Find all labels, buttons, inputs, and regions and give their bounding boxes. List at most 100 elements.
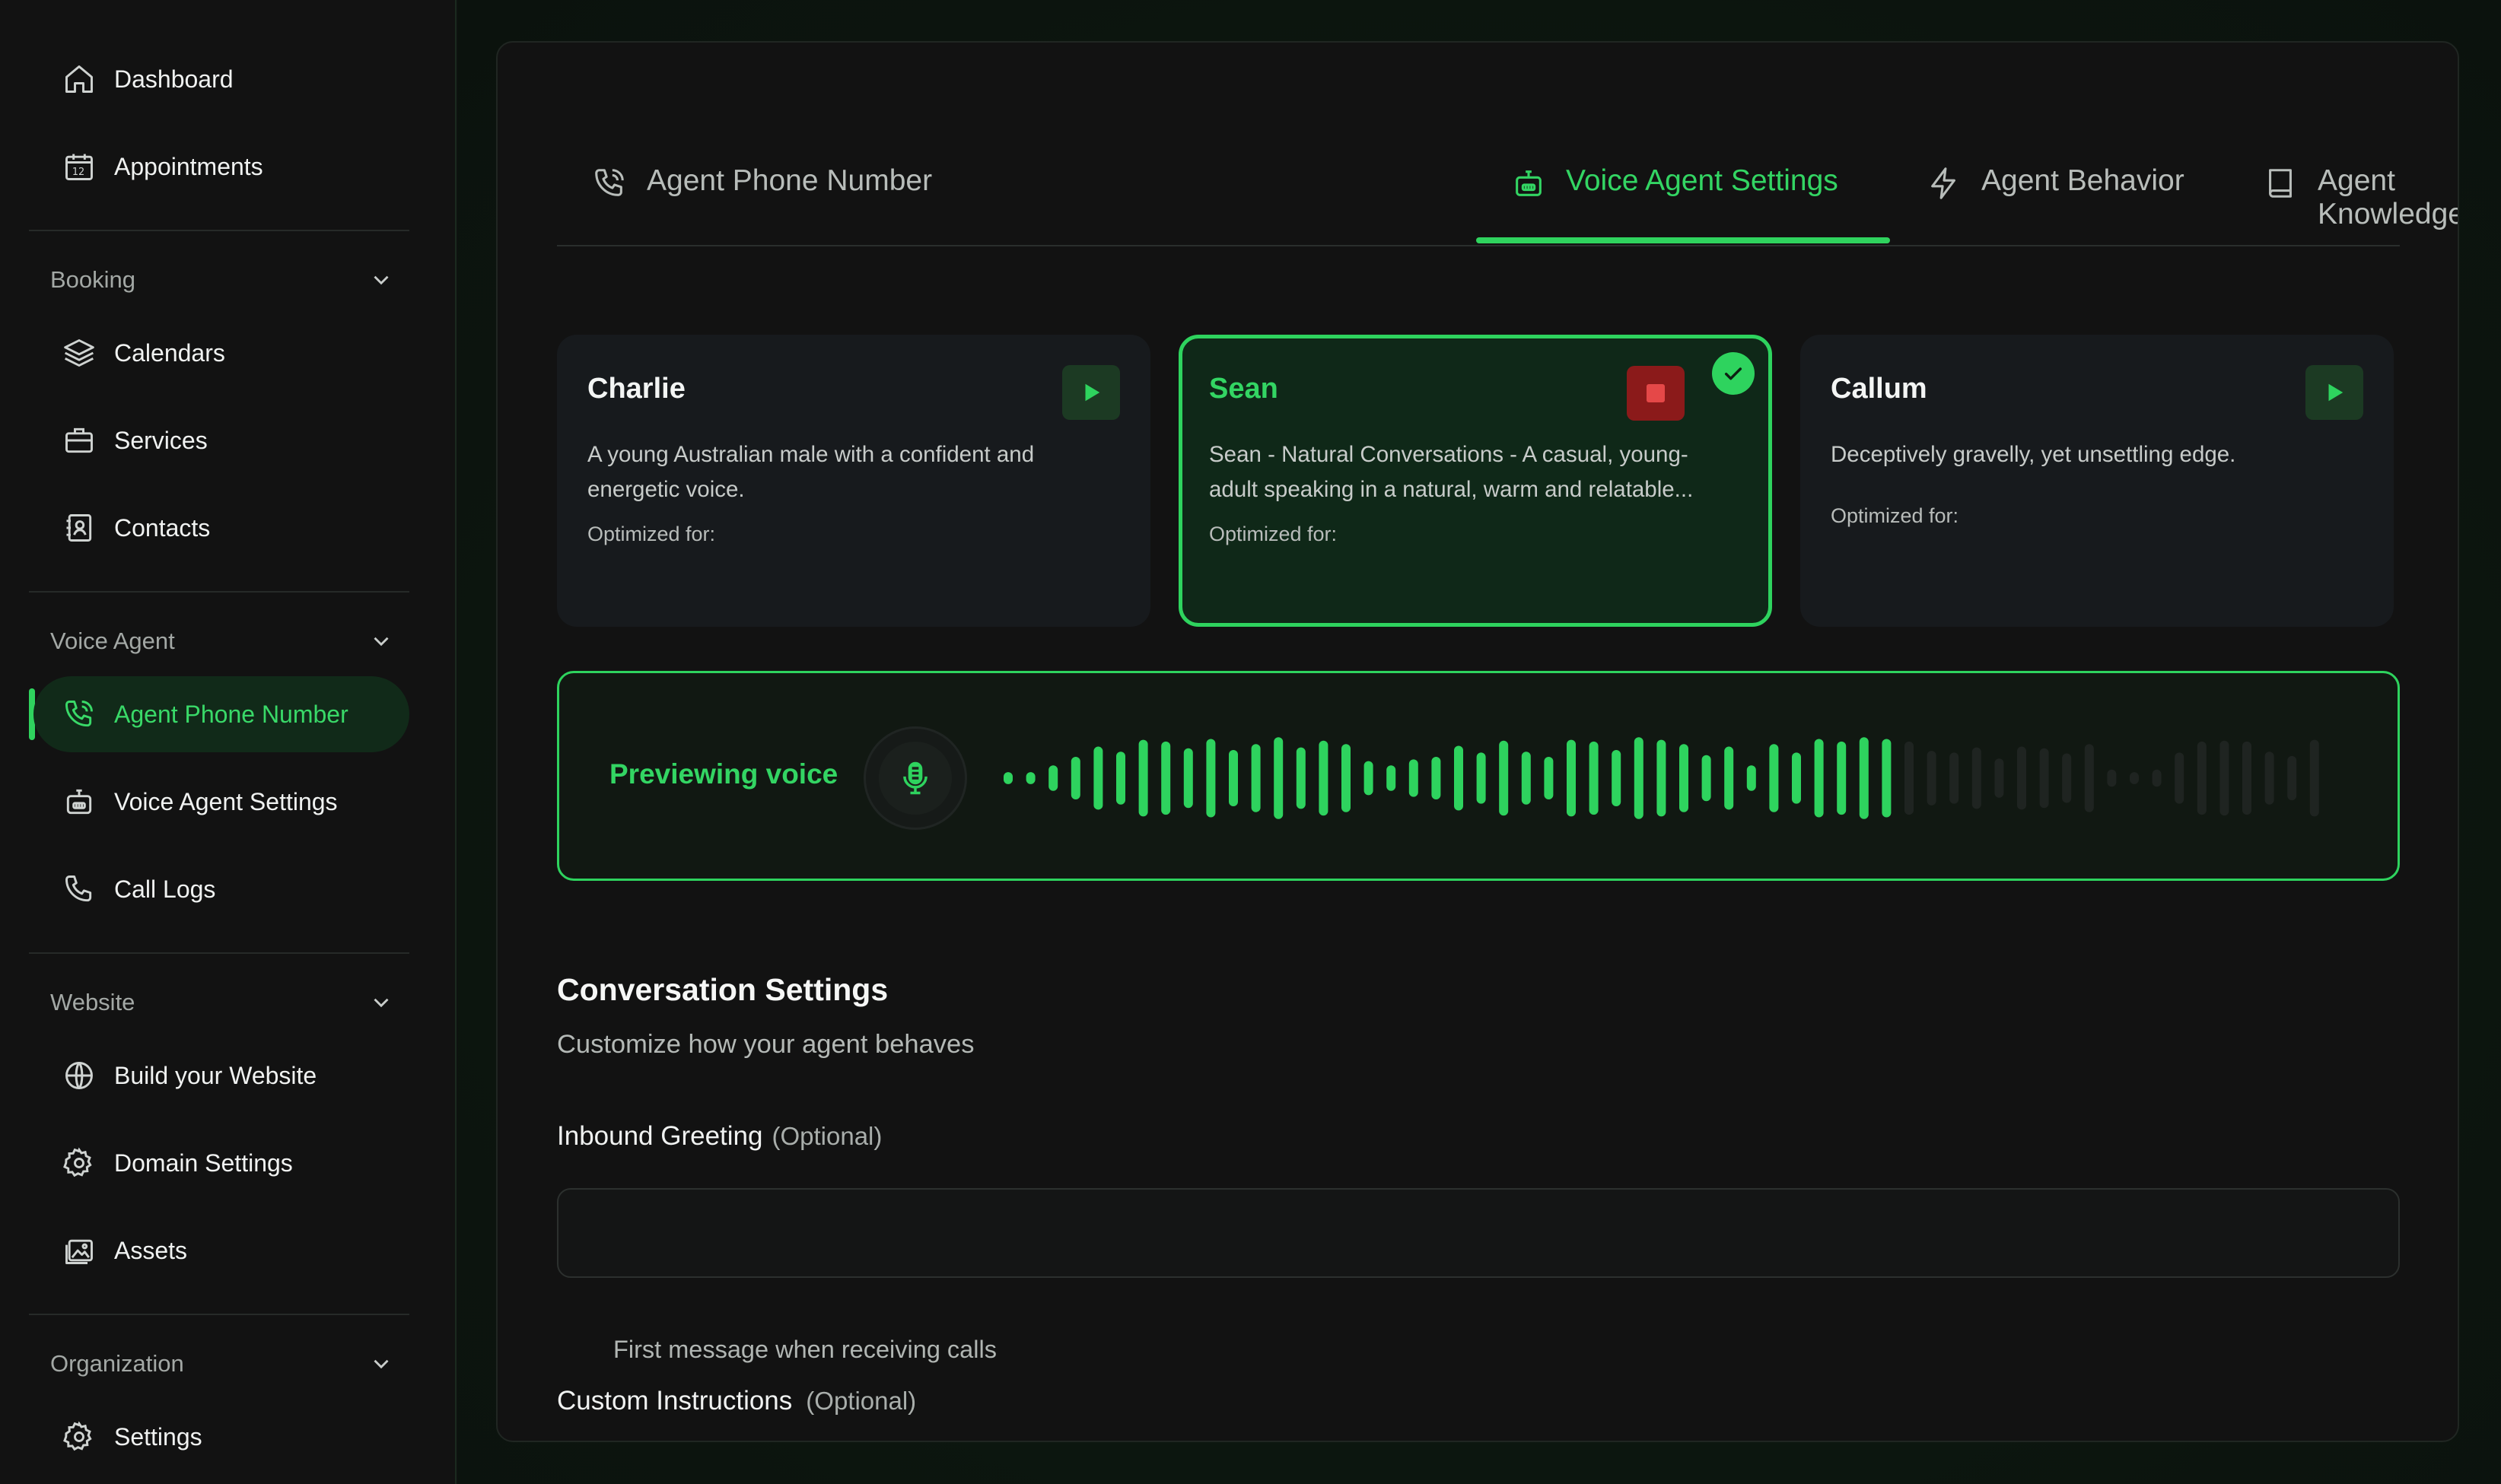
voice-name: Callum — [1831, 373, 1927, 405]
waveform-bar — [2039, 748, 2049, 809]
waveform-bar — [1499, 740, 1509, 816]
waveform-bar — [2287, 755, 2297, 801]
waveform-bar — [2107, 769, 2117, 787]
waveform-bar — [1544, 757, 1554, 799]
phone-icon — [62, 872, 96, 906]
waveform-bar — [1612, 750, 1621, 806]
divider — [29, 230, 409, 231]
waveform-bar — [1319, 740, 1328, 816]
tab-label: Agent Knowledge — [2318, 164, 2459, 230]
waveform-bar — [1251, 744, 1261, 812]
sidebar-item-label: Appointments — [114, 152, 263, 180]
waveform-bar — [1138, 739, 1148, 817]
voice-card-callum[interactable]: Callum Deceptively gravelly, yet unsettl… — [1800, 335, 2394, 627]
section-title: Conversation Settings — [557, 972, 889, 1007]
group-header-website[interactable]: Website — [50, 980, 394, 1025]
custom-instructions-label: Custom Instructions (Optional) — [557, 1386, 916, 1416]
sidebar-item-settings[interactable]: Settings — [33, 1399, 409, 1475]
waveform-bar — [1679, 744, 1688, 812]
voice-description: Sean - Natural Conversations - A casual,… — [1209, 442, 1694, 502]
waveform-bar — [1701, 755, 1711, 802]
voice-description: A young Australian male with a confident… — [587, 442, 1035, 502]
field-label-text: Inbound Greeting — [557, 1121, 763, 1151]
calendar-date-icon: 12 — [62, 150, 96, 183]
robot-icon — [1511, 166, 1546, 201]
divider — [29, 1314, 409, 1315]
waveform-bar — [2197, 741, 2207, 815]
waveform-bar — [1792, 752, 1801, 804]
waveform-bar — [1567, 739, 1576, 817]
tab-voice-agent-settings[interactable]: Voice Agent Settings — [1511, 164, 1838, 246]
waveform-bar — [1476, 752, 1486, 804]
waveform-bar — [1161, 741, 1171, 815]
group-header-voice-agent[interactable]: Voice Agent — [50, 618, 394, 664]
sidebar-item-agent-phone-number[interactable]: Agent Phone Number — [33, 676, 409, 752]
waveform-bar — [2017, 746, 2026, 810]
settings-panel: Agent Phone Number Voice Agent Settings … — [496, 41, 2459, 1442]
sidebar-item-label: Contacts — [114, 513, 211, 542]
voice-card-charlie[interactable]: Charlie A young Australian male with a c… — [557, 335, 1150, 627]
tab-bar: Agent Phone Number Voice Agent Settings … — [557, 116, 2458, 246]
sidebar-item-call-logs[interactable]: Call Logs — [33, 851, 409, 927]
sidebar-item-label: Voice Agent Settings — [114, 787, 338, 815]
waveform-bar — [1837, 741, 1847, 815]
lightning-icon — [1927, 166, 1962, 201]
sidebar-item-build-website[interactable]: Build your Website — [33, 1038, 409, 1114]
sidebar-item-contacts[interactable]: Contacts — [33, 490, 409, 566]
sidebar-item-label: Services — [114, 426, 208, 454]
voice-card-sean[interactable]: Sean Sean - Natural Conversations - A ca… — [1179, 335, 1772, 627]
chevron-down-icon — [374, 998, 389, 1008]
waveform-bar — [2062, 753, 2072, 803]
waveform-bar — [1116, 752, 1125, 805]
optimized-for-label: Optimized for: — [1831, 504, 1959, 527]
selected-check-icon — [1712, 352, 1755, 395]
waveform-bar — [2152, 769, 2162, 787]
inbound-greeting-input[interactable] — [557, 1188, 2400, 1278]
gear-icon — [62, 1420, 96, 1454]
play-button[interactable] — [1062, 365, 1120, 420]
svg-text:12: 12 — [72, 167, 84, 178]
tab-label: Agent Phone Number — [647, 164, 933, 197]
divider — [29, 591, 409, 593]
waveform-bar — [1971, 747, 1981, 809]
tab-agent-phone-number[interactable]: Agent Phone Number — [592, 164, 932, 246]
sidebar-item-dashboard[interactable]: Dashboard — [33, 41, 409, 117]
voice-name: Charlie — [587, 373, 686, 405]
waveform-bar — [1408, 759, 1418, 797]
optimized-for-label: Optimized for: — [587, 523, 716, 545]
section-subtitle: Customize how your agent behaves — [557, 1030, 975, 1059]
waveform-bar — [2130, 772, 2139, 784]
optional-tag: (Optional) — [772, 1122, 883, 1150]
waveform-bar — [2309, 739, 2319, 817]
phone-call-icon — [592, 166, 627, 201]
waveform-bar — [1431, 757, 1441, 799]
group-header-booking[interactable]: Booking — [50, 257, 394, 303]
group-header-organization[interactable]: Organization — [50, 1341, 394, 1387]
preview-label: Previewing voice — [609, 758, 838, 790]
sidebar-item-label: Dashboard — [114, 65, 234, 93]
tab-agent-behavior[interactable]: Agent Behavior — [1927, 164, 2184, 246]
waveform-bar — [1859, 737, 1869, 819]
chevron-down-icon — [374, 275, 389, 285]
sidebar-item-calendars[interactable]: Calendars — [33, 315, 409, 391]
voice-preview-bar: Previewing voice — [557, 671, 2400, 881]
mic-button[interactable] — [864, 726, 967, 830]
waveform-bar — [1634, 737, 1643, 819]
play-icon — [1085, 383, 1100, 402]
stop-icon — [1647, 384, 1665, 402]
chevron-down-icon — [374, 1359, 389, 1369]
play-button[interactable] — [2305, 365, 2363, 420]
divider — [29, 952, 409, 954]
sidebar-item-services[interactable]: Services — [33, 402, 409, 478]
stop-button[interactable] — [1627, 366, 1685, 421]
sidebar-item-assets[interactable]: Assets — [33, 1212, 409, 1289]
waveform-bar — [1386, 765, 1396, 791]
sidebar-item-appointments[interactable]: 12 Appointments — [33, 129, 409, 205]
waveform-bar — [1071, 757, 1080, 799]
sidebar-item-voice-agent-settings[interactable]: Voice Agent Settings — [33, 764, 409, 840]
waveform — [1004, 737, 2319, 819]
sidebar-item-label: Call Logs — [114, 875, 216, 903]
waveform-bar — [2242, 741, 2251, 815]
tab-agent-knowledge[interactable]: Agent Knowledge — [2263, 164, 2459, 246]
sidebar-item-domain-settings[interactable]: Domain Settings — [33, 1125, 409, 1201]
